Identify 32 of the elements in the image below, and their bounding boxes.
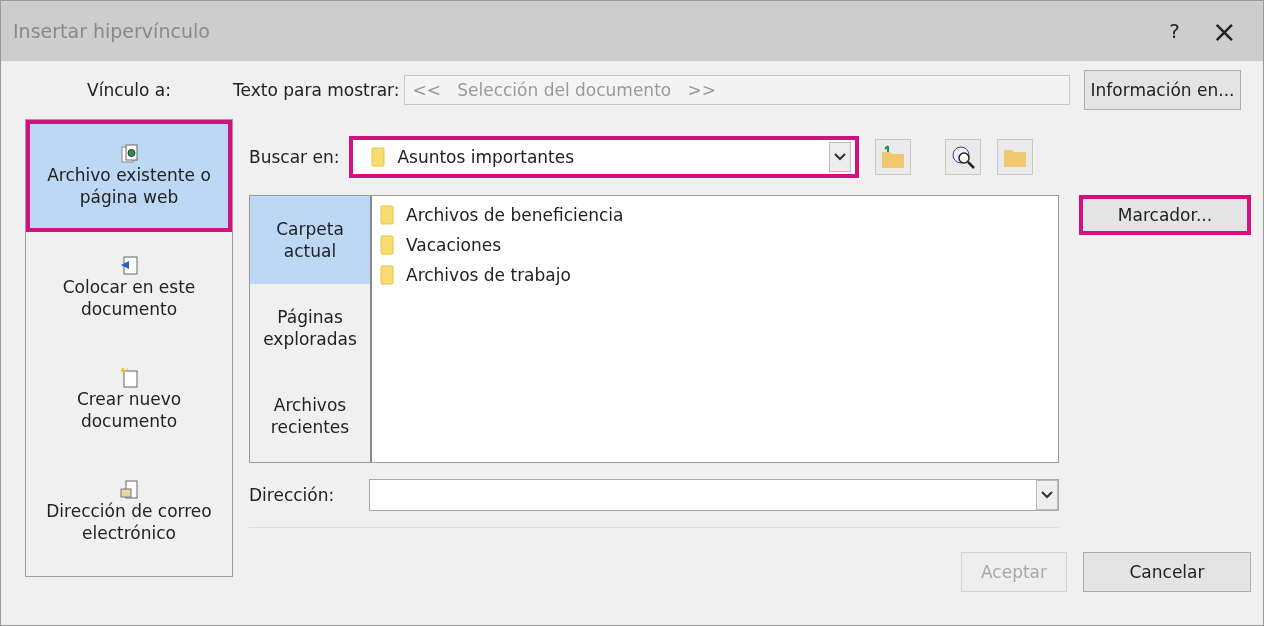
address-field[interactable] [369,479,1059,511]
help-button[interactable]: ? [1153,19,1196,43]
window-title: Insertar hipervínculo [13,20,210,42]
chevron-down-icon [829,142,852,172]
sidebar-item[interactable]: Crear nuevo documento [26,344,232,456]
sidebar-item[interactable]: Archivo existente o página web [26,120,232,232]
close-button[interactable]: × [1195,13,1253,49]
address-label: Dirección: [249,485,336,505]
page-envelope-icon [120,480,138,500]
browse-tab[interactable]: Páginas exploradas [250,284,370,372]
browse-tab[interactable]: Archivos recientes [250,372,370,460]
browse-file-button[interactable] [997,139,1034,175]
new-page-icon [120,368,138,388]
sidebar-item[interactable]: Dirección de correo electrónico [26,456,232,568]
globe-magnifier-icon [950,144,977,170]
file-item[interactable]: Vacaciones [406,235,502,255]
file-item[interactable]: Archivos de beneficiencia [406,205,624,225]
cancel-button[interactable]: Cancelar [1083,552,1251,592]
chevron-down-icon [1036,480,1058,510]
folder-arrow-icon [880,144,907,170]
file-item[interactable]: Archivos de trabajo [406,265,571,285]
bookmark-button[interactable]: Marcador... [1079,195,1251,235]
browse-tab[interactable]: Carpeta actual [250,196,370,284]
look-in-dropdown[interactable]: Asuntos importantes [349,136,860,178]
display-text-label: Texto para mostrar: [233,80,400,100]
browse-web-button[interactable] [945,139,982,175]
sidebar-item[interactable]: Colocar en este documento [26,232,232,344]
up-folder-button[interactable] [875,139,912,175]
documents-icon [120,144,138,164]
screen-tip-button[interactable]: Información en... [1083,70,1242,110]
look-in-label: Buscar en: [249,147,340,167]
link-to-label: Vínculo a: [86,80,172,100]
